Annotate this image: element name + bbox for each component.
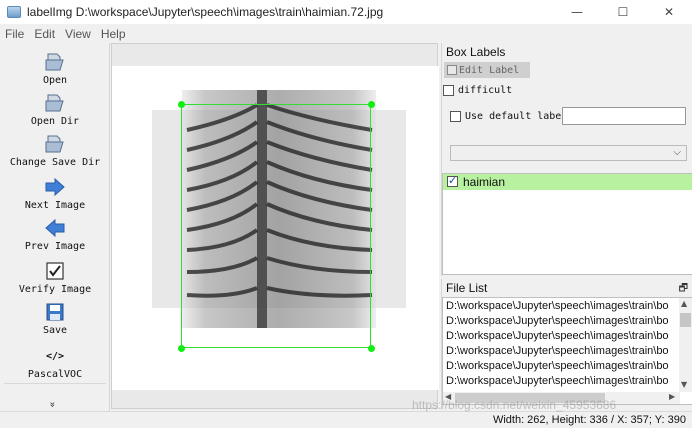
default-label-input[interactable] [562, 107, 686, 125]
pascalvoc-label: PascalVOC [27, 369, 83, 380]
edit-label-button[interactable]: Edit Label [444, 62, 530, 78]
menu-bar: File Edit View Help [0, 25, 692, 43]
image-canvas[interactable] [112, 66, 439, 390]
toolbar: Open Open Dir Change Save Dir Next Image… [0, 43, 110, 416]
label-name: haimian [463, 175, 506, 189]
use-default-label-checkbox[interactable] [450, 111, 461, 122]
labelimg-window: labelImg D:\workspace\Jupyter\speech\ima… [0, 0, 692, 428]
watermark-text: https://blog.csdn.net/weixin_45953686 [412, 398, 617, 412]
label-list[interactable]: ✓ haimian [442, 173, 692, 275]
change-save-dir-button[interactable]: Change Save Dir [0, 133, 110, 168]
canvas-area[interactable] [111, 43, 439, 409]
file-list-panel: File List 🗗 D:\workspace\Jupyter\speech\… [441, 279, 692, 409]
bbox-handle-top-right[interactable] [368, 101, 375, 108]
difficult-label: difficult [458, 85, 513, 96]
scroll-up-icon[interactable]: ▲ [681, 299, 687, 308]
minimize-button[interactable]: — [554, 0, 600, 24]
file-list[interactable]: D:\workspace\Jupyter\speech\images\train… [442, 297, 692, 405]
window-controls: — ☐ ✕ [554, 0, 692, 24]
difficult-checkbox[interactable] [443, 85, 454, 96]
file-list-item[interactable]: D:\workspace\Jupyter\speech\images\train… [446, 300, 678, 315]
code-format-icon: </> [45, 350, 65, 362]
open-button[interactable]: Open [0, 51, 110, 86]
next-image-label: Next Image [24, 200, 86, 211]
open-label: Open [42, 75, 68, 86]
file-list-item[interactable]: D:\workspace\Jupyter\speech\images\train… [446, 375, 678, 390]
menu-edit[interactable]: Edit [29, 27, 60, 41]
menu-view[interactable]: View [60, 27, 96, 41]
scroll-down-icon[interactable]: ▼ [681, 380, 687, 389]
edit-pencil-icon [447, 65, 457, 75]
bbox-handle-bottom-left[interactable] [178, 345, 185, 352]
dock-float-icon[interactable]: 🗗 [679, 281, 688, 298]
check-icon: ✓ [448, 174, 458, 187]
file-list-item[interactable]: D:\workspace\Jupyter\speech\images\train… [446, 345, 678, 360]
maximize-button[interactable]: ☐ [600, 0, 646, 24]
file-list-item[interactable]: D:\workspace\Jupyter\speech\images\train… [446, 315, 678, 330]
menu-file[interactable]: File [0, 27, 29, 41]
pascalvoc-button[interactable]: </> PascalVOC [0, 345, 110, 381]
prev-image-label: Prev Image [24, 241, 86, 252]
bbox-handle-bottom-right[interactable] [368, 345, 375, 352]
box-labels-panel: Box Labels Edit Label difficult Use defa… [441, 43, 692, 276]
file-list-title: File List [446, 281, 488, 297]
title-bar: labelImg D:\workspace\Jupyter\speech\ima… [0, 0, 692, 24]
label-list-item[interactable]: ✓ haimian [443, 174, 692, 190]
open-dir-button[interactable]: Open Dir [0, 92, 110, 127]
box-labels-title: Box Labels [446, 45, 506, 61]
prev-image-button[interactable]: Prev Image [0, 217, 110, 252]
status-bar: Width: 262, Height: 336 / X: 357; Y: 390 [0, 411, 692, 428]
chevron-down-icon: ⌵ [673, 147, 681, 158]
folder-open-icon [44, 92, 66, 114]
file-list-vertical-scrollbar[interactable]: ▲ ▼ [679, 298, 692, 392]
file-list-item[interactable]: D:\workspace\Jupyter\speech\images\train… [446, 360, 678, 375]
change-save-dir-label: Change Save Dir [9, 157, 101, 168]
status-text: Width: 262, Height: 336 / X: 357; Y: 390 [492, 414, 686, 426]
scroll-thumb[interactable] [680, 313, 691, 327]
toolbar-separator [4, 383, 106, 384]
menu-help[interactable]: Help [96, 27, 131, 41]
save-label: Save [42, 325, 68, 336]
toolbar-extension-chevron-icon[interactable]: » [47, 401, 58, 407]
app-icon [7, 6, 21, 18]
file-list-item[interactable]: D:\workspace\Jupyter\speech\images\train… [446, 330, 678, 345]
save-button[interactable]: Save [0, 301, 110, 336]
edit-label-text: Edit Label [459, 64, 520, 76]
bounding-box[interactable] [181, 104, 371, 348]
bbox-handle-top-left[interactable] [178, 101, 185, 108]
window-title: labelImg D:\workspace\Jupyter\speech\ima… [27, 5, 384, 19]
scroll-right-icon[interactable]: ▶ [669, 392, 675, 401]
arrow-left-icon [44, 217, 66, 239]
close-button[interactable]: ✕ [646, 0, 692, 24]
next-image-button[interactable]: Next Image [0, 176, 110, 211]
open-dir-label: Open Dir [30, 116, 80, 127]
folder-open-icon [44, 133, 66, 155]
folder-open-icon [44, 51, 66, 73]
verify-image-label: Verify Image [18, 284, 92, 295]
floppy-disk-icon [44, 301, 66, 323]
use-default-label-text: Use default label [465, 111, 568, 122]
verify-check-icon [44, 260, 66, 282]
label-combo-select[interactable]: ⌵ [450, 145, 687, 161]
verify-image-button[interactable]: Verify Image [0, 260, 110, 295]
arrow-right-icon [44, 176, 66, 198]
